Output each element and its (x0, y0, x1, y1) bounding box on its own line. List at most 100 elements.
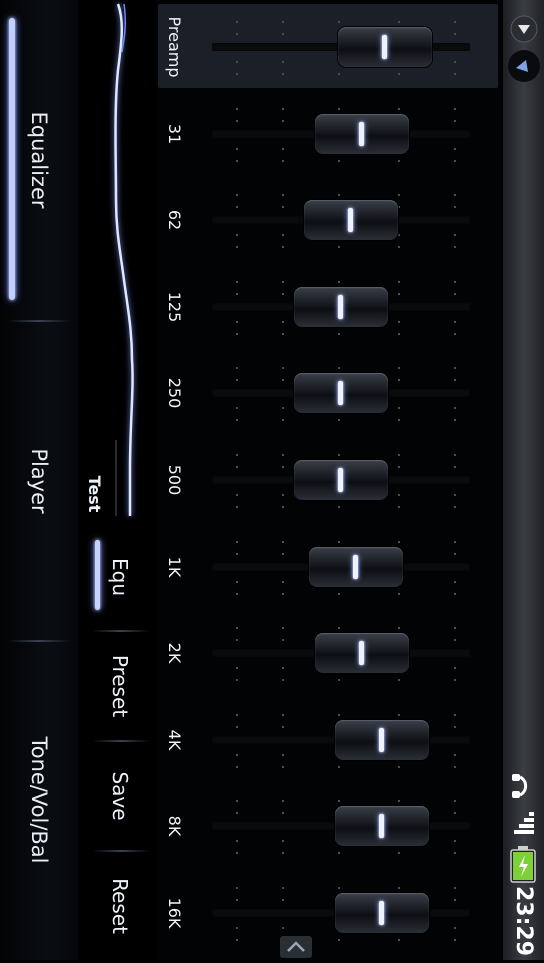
subtab-equ[interactable]: Equ (107, 537, 133, 617)
slider-tick (338, 333, 340, 335)
slider-tick (282, 714, 284, 716)
band-label: 4K (165, 729, 184, 751)
slider-tick (454, 333, 456, 335)
band-slider-knob[interactable] (294, 460, 388, 500)
band-slider-knob[interactable] (315, 114, 409, 154)
slider-tick (236, 419, 238, 421)
slider-tick (236, 553, 238, 555)
slider-tick (236, 194, 238, 196)
slider-tick (338, 367, 340, 369)
slider-tick (282, 899, 284, 901)
slider-tick (338, 73, 340, 75)
slider-tick (398, 466, 400, 468)
tab-tone-vol-bal[interactable]: Tone/Vol/Bal (0, 642, 78, 960)
slider-tick (454, 407, 456, 409)
slider-tick (454, 120, 456, 122)
slider-tick (398, 887, 400, 889)
slider-tick (236, 899, 238, 901)
slider-tick (236, 148, 238, 150)
slider-tick (282, 852, 284, 854)
tab-player[interactable]: Player (0, 322, 78, 640)
dropdown-arrow-icon[interactable] (509, 14, 539, 44)
slider-tick (282, 581, 284, 583)
slider-tick (236, 639, 238, 641)
slider-tick (454, 466, 456, 468)
slider-tick (454, 454, 456, 456)
slider-tick (282, 148, 284, 150)
slider-tick (454, 506, 456, 508)
slider-tick (454, 494, 456, 496)
slider-tick (398, 246, 400, 248)
band-slider-knob[interactable] (335, 806, 429, 846)
slider-tick (282, 120, 284, 122)
band-label: 31 (165, 123, 184, 145)
slider-tick (236, 667, 238, 669)
knob-indicator (379, 901, 384, 925)
knob-indicator (338, 468, 343, 492)
slider-tick (282, 800, 284, 802)
slider-tick (454, 812, 456, 814)
slider-tick (398, 234, 400, 236)
slider-tick (398, 593, 400, 595)
slider-tick (236, 593, 238, 595)
knob-indicator (359, 641, 364, 665)
slider-tick (236, 887, 238, 889)
band-label: 1K (165, 556, 184, 578)
slider-tick (338, 679, 340, 681)
slider-tick (282, 293, 284, 295)
slider-tick (236, 281, 238, 283)
band-slider-knob[interactable] (294, 287, 388, 327)
slider-tick (454, 714, 456, 716)
band-slider-knob[interactable] (294, 373, 388, 413)
subtab-divider (92, 850, 150, 852)
tab-equalizer[interactable]: Equalizer (0, 0, 78, 320)
slider-tick (454, 379, 456, 381)
slider-tick (236, 321, 238, 323)
slider-tick (454, 293, 456, 295)
slider-tick (338, 593, 340, 595)
knob-indicator (353, 555, 358, 579)
preamp-slider-knob[interactable] (338, 27, 432, 67)
slider-tick (282, 494, 284, 496)
band-slider-knob[interactable] (309, 547, 403, 587)
slider-tick (282, 21, 284, 23)
band-slider-knob[interactable] (315, 633, 409, 673)
slider-tick (338, 887, 340, 889)
slider-tick (236, 927, 238, 929)
subtab-preset[interactable]: Preset (107, 641, 133, 731)
slider-tick (454, 541, 456, 543)
slider-tick (236, 407, 238, 409)
band-label: 2K (165, 642, 184, 664)
headphones-icon (512, 774, 528, 798)
subtab-reset[interactable]: Reset (107, 866, 133, 946)
slider-tick (236, 61, 238, 63)
slider-tick (236, 714, 238, 716)
slider-tick (236, 466, 238, 468)
slider-tick (338, 800, 340, 802)
slider-tick (282, 506, 284, 508)
subtab-save[interactable]: Save (107, 756, 133, 836)
slider-tick (282, 466, 284, 468)
slider-tick (338, 541, 340, 543)
slider-tick (398, 714, 400, 716)
band-slider-knob[interactable] (335, 893, 429, 933)
pull-up-handle[interactable] (280, 936, 312, 958)
band-slider-knob[interactable] (335, 720, 429, 760)
slider-tick (236, 379, 238, 381)
slider-tick (282, 160, 284, 162)
band-slider-knob[interactable] (304, 200, 398, 240)
slider-tick (338, 506, 340, 508)
slider-tick (338, 627, 340, 629)
slider-tick (236, 812, 238, 814)
preamp-label: Preamp (165, 16, 184, 78)
subtab-active-indicator (95, 540, 100, 610)
slider-tick (282, 194, 284, 196)
slider-tick (282, 812, 284, 814)
slider-tick (398, 379, 400, 381)
slider-tick (282, 379, 284, 381)
band-label: 125 (165, 291, 184, 323)
slider-tick (398, 73, 400, 75)
test-button[interactable]: Test (82, 464, 106, 524)
slider-tick (454, 927, 456, 929)
slider-tick (338, 714, 340, 716)
